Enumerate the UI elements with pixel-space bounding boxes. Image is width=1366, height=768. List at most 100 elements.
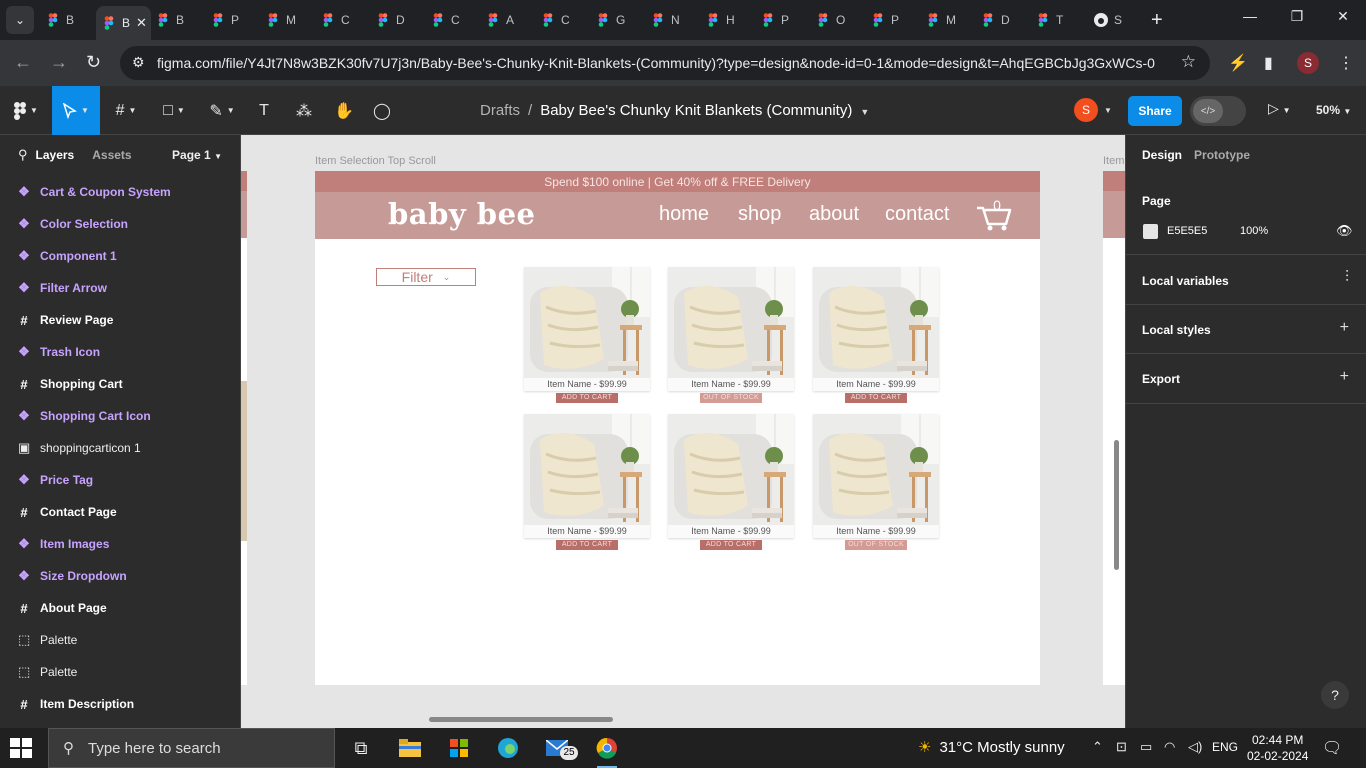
horizontal-scrollbar[interactable] xyxy=(429,717,613,722)
edge-browser-icon[interactable] xyxy=(494,734,522,762)
vertical-scrollbar[interactable] xyxy=(1114,440,1119,570)
breadcrumb-drafts[interactable]: Drafts xyxy=(480,102,520,119)
layer-row[interactable]: ❖ Filter Arrow xyxy=(0,272,240,304)
page-color-swatch[interactable] xyxy=(1143,224,1158,239)
frame-tool-icon[interactable]: # ▼ xyxy=(104,86,148,135)
tab-search-chevron-icon[interactable]: ⌄ xyxy=(6,6,34,34)
variables-adjust-icon[interactable]: ⫶ xyxy=(1345,269,1349,287)
browser-tab[interactable]: C xyxy=(315,6,370,34)
dev-mode-toggle[interactable]: </> xyxy=(1190,96,1246,126)
add-to-cart-button[interactable]: ADD TO CART xyxy=(700,540,762,550)
layer-row[interactable]: ❖ Size Dropdown xyxy=(0,560,240,592)
url-text[interactable]: figma.com/file/Y4Jt7N8w3BZK30fv7U7j3n/Ba… xyxy=(157,55,1155,71)
shopping-cart-icon[interactable]: 0 xyxy=(975,198,1013,232)
meet-now-icon[interactable]: ⊡ xyxy=(1116,739,1127,755)
move-tool-icon[interactable]: ▼ xyxy=(52,86,100,135)
tab-prototype[interactable]: Prototype xyxy=(1194,148,1250,162)
show-hidden-icons-chevron-icon[interactable]: ⌃ xyxy=(1092,739,1103,755)
minimize-icon[interactable]: — xyxy=(1238,8,1262,24)
browser-tab[interactable]: B xyxy=(40,6,95,34)
chrome-icon[interactable] xyxy=(593,734,621,768)
browser-tab[interactable]: D xyxy=(975,6,1030,34)
windows-start-icon[interactable] xyxy=(10,738,32,758)
tab-design[interactable]: Design xyxy=(1142,148,1182,162)
browser-tab[interactable]: B ✕ xyxy=(96,6,151,40)
browser-tab[interactable]: P xyxy=(865,6,920,34)
add-style-plus-icon[interactable]: + xyxy=(1340,319,1349,337)
resources-icon[interactable]: ⁂ xyxy=(288,86,320,135)
window-close-icon[interactable]: ✕ xyxy=(1331,8,1355,25)
canvas[interactable]: Item Selection Top Scroll Item Spend $10… xyxy=(241,135,1125,728)
layer-row[interactable]: ▣ shoppingcarticon 1 xyxy=(0,432,240,464)
text-tool-icon[interactable]: T xyxy=(248,86,280,135)
notifications-icon[interactable]: 🗨 xyxy=(1322,738,1342,758)
address-bar[interactable]: ⚙ figma.com/file/Y4Jt7N8w3BZK30fv7U7j3n/… xyxy=(120,46,1210,80)
file-explorer-icon[interactable] xyxy=(396,734,424,762)
taskbar-search[interactable]: ⚲ Type here to search xyxy=(48,728,335,768)
layer-row[interactable]: # Shopping Cart xyxy=(0,368,240,400)
layer-row[interactable]: # Contact Page xyxy=(0,496,240,528)
browser-tab[interactable]: O xyxy=(810,6,865,34)
nav-contact[interactable]: contact xyxy=(885,203,949,226)
add-to-cart-button[interactable]: ADD TO CART xyxy=(556,393,618,403)
layer-row[interactable]: ❖ Trash Icon xyxy=(0,336,240,368)
layer-row[interactable]: ❖ Color Selection xyxy=(0,208,240,240)
browser-tab[interactable]: G xyxy=(590,6,645,34)
forward-arrow-icon[interactable]: → xyxy=(50,52,68,72)
product-card[interactable]: Item Name - $99.99 xyxy=(524,267,650,391)
file-name[interactable]: Baby Bee's Chunky Knit Blankets (Communi… xyxy=(540,102,852,119)
add-to-cart-button[interactable]: ADD TO CART xyxy=(556,540,618,550)
visibility-eye-icon[interactable]: 👁 xyxy=(1336,223,1353,239)
add-export-plus-icon[interactable]: + xyxy=(1340,368,1349,386)
bookmark-star-icon[interactable]: ☆ xyxy=(1181,52,1196,72)
comment-tool-icon[interactable]: ◯ xyxy=(366,86,398,135)
nav-shop[interactable]: shop xyxy=(738,203,781,226)
local-styles-section[interactable]: Local styles + xyxy=(1126,305,1366,354)
clock[interactable]: 02:44 PM 02-02-2024 xyxy=(1247,732,1308,764)
product-card[interactable]: Item Name - $99.99 xyxy=(813,414,939,538)
search-icon[interactable]: ⚲ xyxy=(18,147,28,163)
page-color-hex[interactable]: E5E5E5 xyxy=(1167,225,1207,237)
browser-tab[interactable]: M xyxy=(920,6,975,34)
pen-tool-icon[interactable]: ✎ ▼ xyxy=(200,86,244,135)
page-opacity[interactable]: 100% xyxy=(1240,225,1268,237)
layer-row[interactable]: # Review Page xyxy=(0,304,240,336)
browser-menu-icon[interactable]: ⋮ xyxy=(1338,53,1354,73)
extension-icon[interactable]: ⚡ xyxy=(1228,53,1248,73)
tab-layers[interactable]: Layers xyxy=(36,148,75,162)
frame-label-right[interactable]: Item xyxy=(1103,155,1124,167)
present-play-icon[interactable]: ▷ ▼ xyxy=(1268,100,1291,117)
tab-close-icon[interactable]: ✕ xyxy=(136,15,147,31)
multiplayer-chevron-icon[interactable]: ▼ xyxy=(1104,106,1112,115)
nav-about[interactable]: about xyxy=(809,203,859,226)
browser-tab[interactable]: D xyxy=(370,6,425,34)
zoom-level[interactable]: 50% ▼ xyxy=(1316,103,1351,117)
browser-tab[interactable]: P xyxy=(205,6,260,34)
hand-tool-icon[interactable]: ✋ xyxy=(328,86,360,135)
item-selection-frame[interactable]: Spend $100 online | Get 40% off & FREE D… xyxy=(315,171,1040,685)
adjacent-frame-left[interactable] xyxy=(241,171,247,685)
shape-tool-icon[interactable]: □ ▼ xyxy=(152,86,196,135)
new-tab-plus-icon[interactable]: + xyxy=(1151,10,1163,30)
page-selector[interactable]: Page 1 ▼ xyxy=(172,148,222,162)
figma-main-menu-icon[interactable]: ▼ xyxy=(0,86,52,135)
weather-widget[interactable]: ☀ 31°C Mostly sunny xyxy=(918,738,1065,756)
language-indicator[interactable]: ENG xyxy=(1212,740,1238,754)
microsoft-store-icon[interactable] xyxy=(445,734,473,762)
adjacent-frame-right[interactable] xyxy=(1103,171,1125,685)
site-info-icon[interactable]: ⚙ xyxy=(132,54,145,71)
add-to-cart-button[interactable]: ADD TO CART xyxy=(845,393,907,403)
frame-label[interactable]: Item Selection Top Scroll xyxy=(315,155,436,167)
layer-row[interactable]: # Item Description xyxy=(0,688,240,720)
export-section[interactable]: Export + xyxy=(1126,354,1366,404)
nav-home[interactable]: home xyxy=(659,203,709,226)
browser-tab[interactable]: T xyxy=(1030,6,1085,34)
wifi-icon[interactable]: ◠ xyxy=(1164,739,1175,755)
layer-row[interactable]: ⬚ Palette xyxy=(0,624,240,656)
layer-row[interactable]: ❖ Item Images xyxy=(0,528,240,560)
layer-row[interactable]: ❖ Component 1 xyxy=(0,240,240,272)
file-menu-chevron-icon[interactable]: ▼ xyxy=(860,107,869,117)
layer-row[interactable]: ❖ Shopping Cart Icon xyxy=(0,400,240,432)
layer-row[interactable]: ⬚ Palette xyxy=(0,656,240,688)
layer-row[interactable]: ❖ Cart & Coupon System xyxy=(0,176,240,208)
